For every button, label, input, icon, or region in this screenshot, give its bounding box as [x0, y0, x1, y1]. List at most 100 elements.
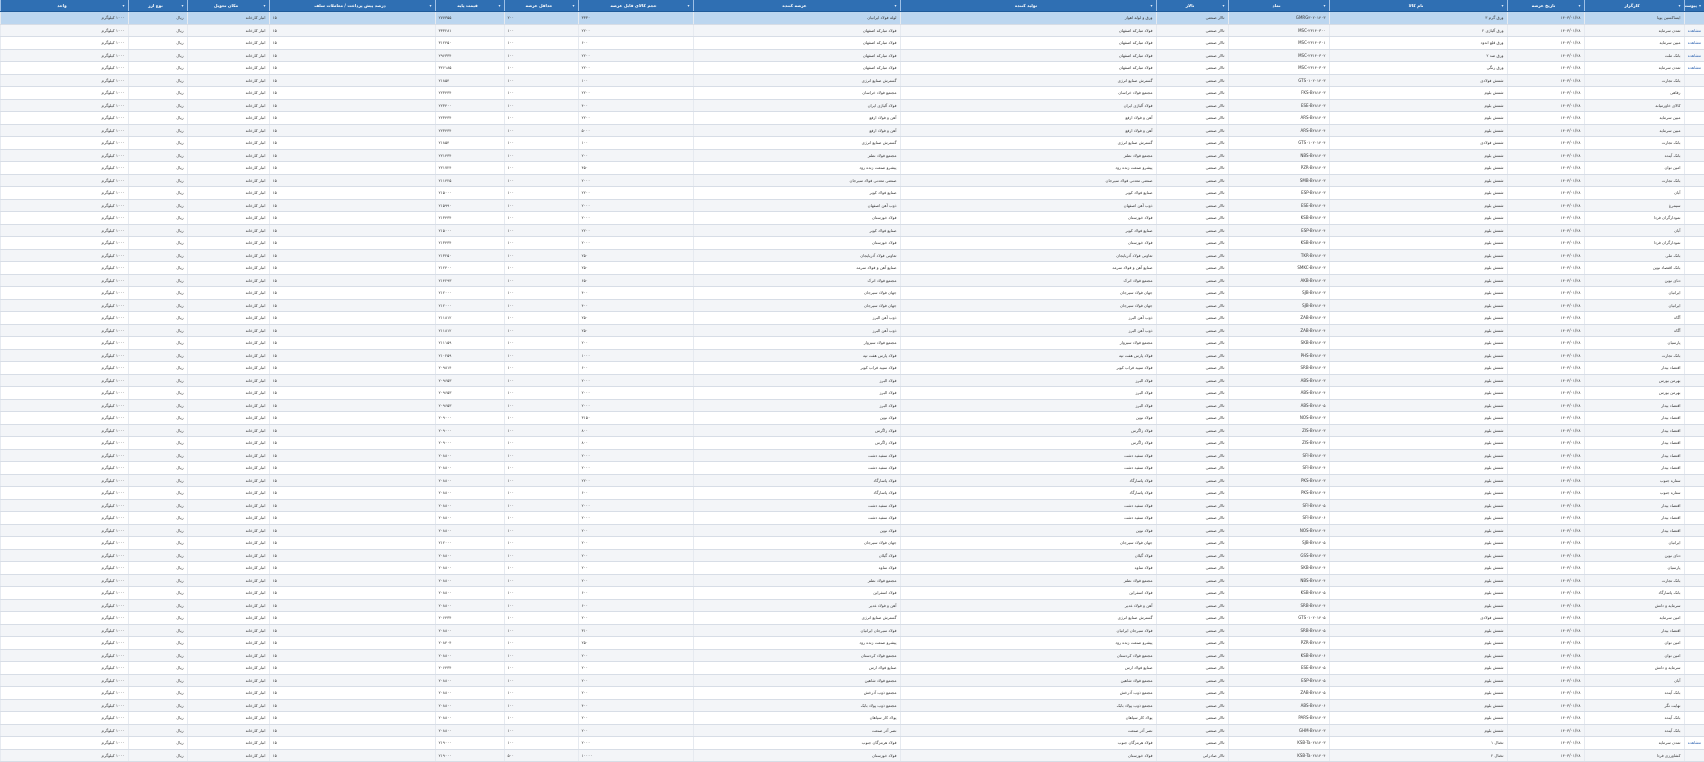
table-row[interactable]: ستاره جنوب ۱۴۰۳/۰۱/۲۸ شمش بلوم PKS-B۲۸۱۴۰۴ ت… — [0, 486, 1704, 500]
filter-icon[interactable]: ▾ — [894, 3, 896, 8]
filter-icon[interactable]: ▾ — [429, 3, 431, 8]
table-row[interactable]: بهرمن بورس ۱۴۰۳/۰۱/۲۸ شمش بلوم ABS-B۲۸۱۴۰۳ ت… — [0, 374, 1704, 387]
table-row[interactable]: ایرانیان ۱۴۰۳/۰۱/۲۸ شمش بلوم SJB-B۲۸۱۴۰۵ تال… — [0, 536, 1704, 550]
table-row[interactable]: مبین سرمایه ۱۴۰۳/۰۱/۲۸ شمش بلوم ARS-B۲۸۱۴۰۴… — [0, 124, 1704, 137]
column-header-commodity-name[interactable]: ▾ نام کالا — [1328, 0, 1507, 12]
table-row[interactable]: کالای خاورمیانه ۱۴۰۳/۰۱/۲۸ شمش بلوم ESE-B۲۸… — [0, 99, 1704, 112]
table-row[interactable]: بانک تجارت ۱۴۰۳/۰۱/۲۸ شمش بلوم NBS-B۲۸۱۴۰۴ ت… — [0, 574, 1704, 587]
cell-attachment[interactable]: مشاهده — [1683, 736, 1704, 750]
cell-currency: ریال — [127, 711, 187, 725]
table-row[interactable]: بانک آینده ۱۴۰۳/۰۱/۲۸ شمش بلوم ZAB-B۲۸۱۴۰۵ ت… — [0, 686, 1704, 700]
cell-producer: فولاد مبارکه اصفهان — [899, 49, 1156, 62]
table-row[interactable]: اقتصاد بیدار ۱۴۰۳/۰۱/۲۸ شمش بلوم SFI-B۲۸۱۴۰… — [0, 499, 1704, 512]
table-row[interactable]: نهایت نگر ۱۴۰۳/۰۱/۲۸ شمش بلوم ABS-B۲۸۱۴۰۶ تا… — [0, 699, 1704, 712]
table-row[interactable]: امین توان ۱۴۰۳/۰۱/۲۸ شمش بلوم PZR-B۲۸۱۴۰۴ تا… — [0, 636, 1704, 650]
table-row[interactable]: دنای نوین ۱۴۰۳/۰۱/۲۸ شمش بلوم AKB-B۲۸۱۴۰۳ تا… — [0, 274, 1704, 287]
filter-icon[interactable]: ▾ — [1578, 3, 1580, 8]
column-header-prepayment-percent[interactable]: ▾ درصد پیش پرداخت / معاملات سلف — [268, 0, 435, 12]
table-row[interactable]: اقتصاد بیدار ۱۴۰۳/۰۱/۲۸ شمش بلوم SFI-B۲۸۱۴۰… — [0, 461, 1704, 475]
column-header-attachment[interactable]: ▾پیوست — [1683, 0, 1704, 12]
cell-broker: بانک آینده — [1583, 711, 1684, 725]
filter-icon[interactable]: ▾ — [263, 3, 265, 8]
table-row[interactable]: مشاهده بانک ملت ۱۴۰۳/۰۱/۲۸ ورق ضد ۲ MSC-۲۳۱۴… — [0, 49, 1704, 62]
table-row[interactable]: بانک آینده ۱۴۰۳/۰۱/۲۸ شمش بلوم PARS-B۲۸۱۴۰۳… — [0, 711, 1704, 725]
filter-icon[interactable]: ▾ — [1678, 3, 1680, 8]
column-header-hall[interactable]: ▾ تالار — [1155, 0, 1228, 12]
cell-currency: ریال — [127, 574, 187, 587]
table-row[interactable]: مشاهده تمدن سرمایه ۱۴۰۳/۰۱/۲۸ ورق آلیاژی ۲M… — [0, 24, 1704, 37]
filter-icon[interactable]: ▾ — [1222, 3, 1224, 8]
table-row[interactable]: بهرمن بورس ۱۴۰۳/۰۱/۲۸ شمش بلوم ABS-B۲۸۱۴۰۴ ت… — [0, 386, 1704, 400]
table-row[interactable]: مشاهده تمدن سرمایه ۱۴۰۳/۰۱/۲۸ تختال ۱ KSB-Ta… — [0, 736, 1704, 750]
table-row[interactable]: آبان ۱۴۰۳/۰۱/۲۸ شمش بلوم ESP-B۲۸۱۴۰۵ تالار ص… — [0, 674, 1704, 687]
table-row[interactable]: بانک تجارت ۱۴۰۳/۰۱/۲۸ شمش فولادی GTS۰۱۰۲۰۱۴… — [0, 74, 1704, 87]
table-row[interactable]: بانک تجارت ۱۴۰۳/۰۱/۲۸ شمش بلوم PHS-B۲۸۱۴۰۳ ت… — [0, 349, 1704, 362]
table-row[interactable]: امین توان ۱۴۰۳/۰۱/۲۸ شمش بلوم KSB-B۲۸۱۴۰۶ تا… — [0, 649, 1704, 662]
table-row[interactable]: اقتصاد بیدار ۱۴۰۳/۰۱/۲۸ شمش بلوم NOS-B۲۸۱۴۰… — [0, 524, 1704, 537]
table-row[interactable]: نمودارگران فردا ۱۴۰۳/۰۱/۲۸ شمش بلوم KSB-B۲۸… — [0, 211, 1704, 225]
column-header-broker[interactable]: ▾ کارگزار — [1583, 0, 1684, 12]
table-row[interactable]: دنای نوین ۱۴۰۳/۰۱/۲۸ شمش بلوم GSS-B۲۸۱۴۰۳ تا… — [0, 549, 1704, 562]
cell-offer-volume: ۸۰۰ — [577, 436, 693, 450]
cell-attachment[interactable]: مشاهده — [1683, 61, 1704, 75]
table-row[interactable]: ایساکسین پویا ۱۴۰۳/۰۱/۲۸ ورق گرم ۳ GMRG۳۰۲۰… — [0, 11, 1704, 25]
table-row[interactable]: سرمایه و دانش ۱۴۰۳/۰۱/۲۸ شمش بلوم ESE-B۲۸۱۴… — [0, 661, 1704, 675]
filter-icon[interactable]: ▾ — [498, 3, 500, 8]
filter-icon[interactable]: ▾ — [181, 3, 183, 8]
column-header-base-price[interactable]: ▾ قیمت پایه — [434, 0, 504, 12]
table-row[interactable]: ستاره جنوب ۱۴۰۳/۰۱/۲۸ شمش بلوم PKS-B۲۸۱۴۰۳ ت… — [0, 474, 1704, 487]
column-header-offer-volume[interactable]: ▾ حجم کالای قابل عرضه — [577, 0, 693, 12]
table-row[interactable]: مبین سرمایه ۱۴۰۳/۰۱/۲۸ شمش بلوم ARS-B۲۸۱۴۰۳… — [0, 111, 1704, 125]
table-row[interactable]: آبان ۱۴۰۳/۰۱/۲۸ شمش بلوم ESP-B۲۸۱۴۰۳ تالار ص… — [0, 186, 1704, 200]
table-row[interactable]: آگاه ۱۴۰۳/۰۱/۲۸ شمش بلوم ZAB-B۲۸۱۴۰۳ تالار ص… — [0, 311, 1704, 325]
table-row[interactable]: نمودارگران فردا ۱۴۰۳/۰۱/۲۸ شمش بلوم KSB-B۲۸… — [0, 236, 1704, 250]
table-row[interactable]: کشاورزی فردا ۱۴۰۳/۰۱/۲۸ تختال ۲ KSB-Ta۰۲۸۱۴… — [0, 749, 1704, 762]
column-header-symbol[interactable]: ▾ نماد — [1227, 0, 1329, 12]
filter-icon[interactable]: ▾ — [1150, 3, 1152, 8]
table-row[interactable]: بانک آینده ۱۴۰۳/۰۱/۲۸ شمش بلوم GHM-B۲۸۱۴۰۳ ت… — [0, 724, 1704, 737]
table-row[interactable]: بانک اقتصاد نوین ۱۴۰۳/۰۱/۲۸ شمش بلوم SMKC-B… — [0, 261, 1704, 275]
cell-attachment[interactable]: مشاهده — [1683, 49, 1704, 62]
table-row[interactable]: اقتصاد بیدار ۱۴۰۳/۰۱/۲۸ شمش بلوم SRB-B۲۸۱۴۰… — [0, 624, 1704, 637]
table-row[interactable]: امین سرمایه ۱۴۰۳/۰۱/۲۸ شمش فولادی GTS۰۱۰۲۰۱… — [0, 611, 1704, 625]
table-row[interactable]: بانک تجارت ۱۴۰۳/۰۱/۲۸ شمش بلوم SMB-B۲۸۱۴۰۳ ت… — [0, 174, 1704, 187]
filter-icon[interactable]: ▾ — [122, 3, 124, 8]
table-row[interactable]: اقتصاد بیدار ۱۴۰۳/۰۱/۲۸ شمش بلوم SFI-B۲۸۱۴۰… — [0, 449, 1704, 462]
table-row[interactable]: بانک آینده ۱۴۰۳/۰۱/۲۸ شمش بلوم NBS-B۲۸۱۴۰۳ ت… — [0, 149, 1704, 162]
column-header-offer-date[interactable]: ▾ تاریخ عرضه — [1506, 0, 1584, 12]
table-row[interactable]: مشاهده تمدن سرمایه ۱۴۰۳/۰۱/۲۸ ورق رنگی MSC-۲… — [0, 61, 1704, 75]
table-row[interactable]: مشاهده مبین سرمایه ۱۴۰۳/۰۱/۲۸ ورق قلع اندود… — [0, 36, 1704, 50]
filter-icon[interactable]: ▾ — [687, 3, 689, 8]
column-header-supplier[interactable]: ▾ عرضه کننده — [692, 0, 900, 12]
table-row[interactable]: بانک تجارت ۱۴۰۳/۰۱/۲۸ شمش فولادی GTS۰۱۰۲۰۱۴… — [0, 136, 1704, 150]
cell-attachment[interactable]: مشاهده — [1683, 36, 1704, 50]
table-row[interactable]: آگاه ۱۴۰۳/۰۱/۲۸ شمش بلوم ZAB-B۲۸۱۴۰۴ تالار ص… — [0, 324, 1704, 337]
table-row[interactable]: آبان ۱۴۰۳/۰۱/۲۸ شمش بلوم ESP-B۲۸۱۴۰۴ تالار ص… — [0, 224, 1704, 237]
table-row[interactable]: اقتصاد بیدار ۱۴۰۳/۰۱/۲۸ شمش بلوم ZIS-B۲۸۱۴۰… — [0, 424, 1704, 437]
cell-attachment[interactable]: مشاهده — [1683, 24, 1704, 37]
column-header-unit[interactable]: ▾ واحد — [0, 0, 128, 12]
table-row[interactable]: اقتصاد بیدار ۱۴۰۳/۰۱/۲۸ شمش بلوم SRB-B۲۸۱۴۰… — [0, 361, 1704, 375]
table-row[interactable]: سیمرغ ۱۴۰۳/۰۱/۲۸ شمش بلوم ESE-B۲۸۱۴۰۴ تالار … — [0, 199, 1704, 212]
table-row[interactable]: پارسیان ۱۴۰۳/۰۱/۲۸ شمش بلوم SKB-B۲۸۱۴۰۴ تالا… — [0, 561, 1704, 575]
table-row[interactable]: اقتصاد بیدار ۱۴۰۳/۰۱/۲۸ شمش بلوم ZIS-B۲۸۱۴۰… — [0, 436, 1704, 450]
table-row[interactable]: رفاهی ۱۴۰۳/۰۱/۲۸ شمش بلوم FKS-B۲۸۱۴۰۳ تالار … — [0, 86, 1704, 100]
table-row[interactable]: بانک ملی ۱۴۰۳/۰۱/۲۸ شمش بلوم TKR-B۲۸۱۴۰۳ تال… — [0, 249, 1704, 262]
filter-icon[interactable]: ▾ — [572, 3, 574, 8]
table-row[interactable]: ایرانیان ۱۴۰۳/۰۱/۲۸ شمش بلوم SJB-B۲۸۱۴۰۴ تال… — [0, 299, 1704, 312]
column-header-producer[interactable]: ▾ تولید کننده — [899, 0, 1156, 12]
column-header-delivery-place[interactable]: ▾ مکان تحویل — [186, 0, 269, 12]
table-row[interactable]: اقتصاد بیدار ۱۴۰۳/۰۱/۲۸ شمش بلوم SFI-B۲۸۱۴۰… — [0, 511, 1704, 525]
table-row[interactable]: ایرانیان ۱۴۰۳/۰۱/۲۸ شمش بلوم SJB-B۲۸۱۴۰۳ تال… — [0, 286, 1704, 300]
table-row[interactable]: امین توان ۱۴۰۳/۰۱/۲۸ شمش بلوم PZR-B۲۸۱۴۰۳ تا… — [0, 161, 1704, 175]
table-row[interactable]: پارسیان ۱۴۰۳/۰۱/۲۸ شمش بلوم SKB-B۲۸۱۴۰۳ تالا… — [0, 336, 1704, 350]
column-header-currency[interactable]: ▾ نوع ارز — [127, 0, 187, 12]
filter-icon[interactable]: ▾ — [1699, 3, 1701, 8]
filter-icon[interactable]: ▾ — [1323, 3, 1325, 8]
table-row[interactable]: بانک پاسارگاد ۱۴۰۳/۰۱/۲۸ شمش بلوم KSB-B۲۸۱۴… — [0, 586, 1704, 600]
table-row[interactable]: اقتصاد بیدار ۱۴۰۳/۰۱/۲۸ شمش بلوم ABS-B۲۸۱۴۰… — [0, 399, 1704, 412]
filter-icon[interactable]: ▾ — [1501, 3, 1503, 8]
table-row[interactable]: اقتصاد بیدار ۱۴۰۳/۰۱/۲۸ شمش بلوم NOS-B۲۸۱۴۰… — [0, 411, 1704, 425]
table-row[interactable]: سرمایه و دانش ۱۴۰۳/۰۱/۲۸ شمش بلوم SRB-B۲۸۱۴… — [0, 599, 1704, 612]
column-header-min-offer[interactable]: ▾ حداقل عرضه — [503, 0, 578, 12]
